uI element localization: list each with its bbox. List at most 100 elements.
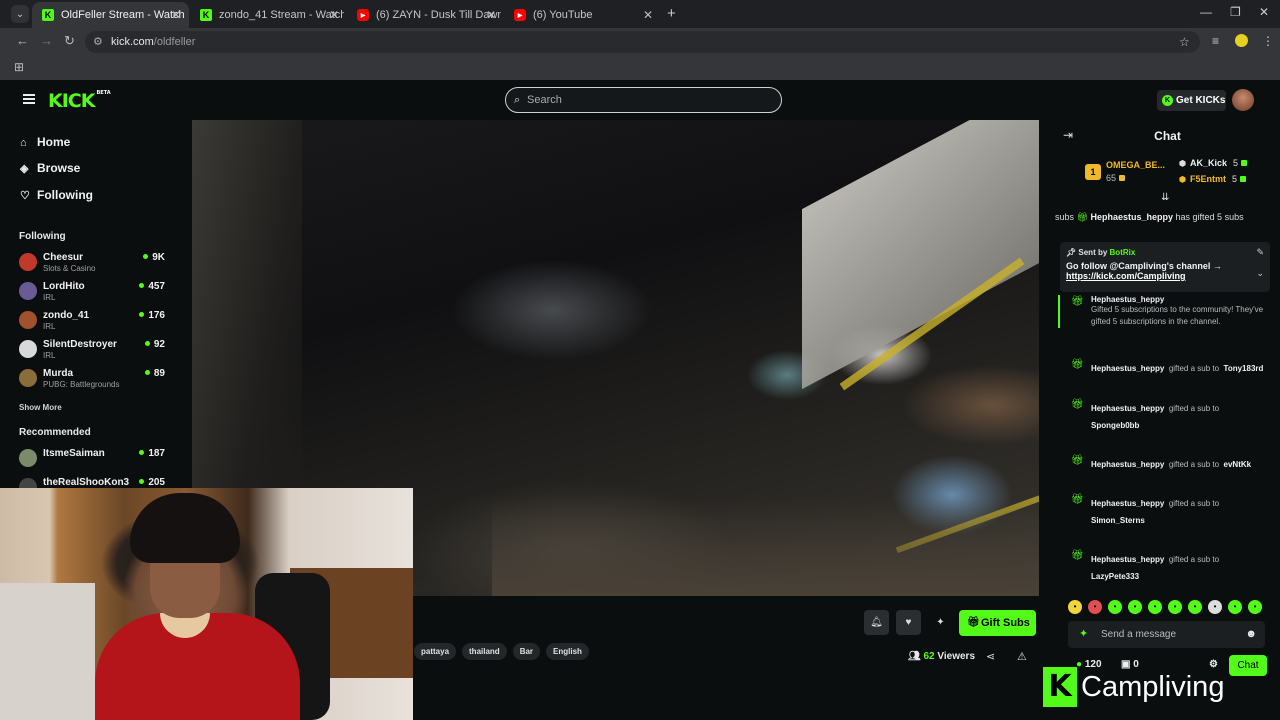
- leaderboard-row[interactable]: ⬢ F5Entmt 5: [1179, 174, 1246, 184]
- close-window-icon[interactable]: ✕: [1259, 5, 1269, 19]
- browser-tab-oldfeller[interactable]: K OldFeller Stream - Watch Live o ✕: [32, 2, 189, 28]
- event-user[interactable]: Hephaestus_heppy: [1091, 295, 1275, 304]
- event-user[interactable]: Hephaestus_heppy: [1091, 404, 1164, 413]
- emote-icon[interactable]: •: [1248, 600, 1262, 614]
- event-user[interactable]: Hephaestus_heppy: [1091, 499, 1164, 508]
- compass-icon: ◈: [20, 163, 29, 175]
- event-target[interactable]: Tony183rd: [1224, 364, 1264, 373]
- forward-icon[interactable]: →: [40, 33, 53, 48]
- sidebar-channel-cheesur[interactable]: Cheesur Slots & Casino 9K: [19, 251, 167, 277]
- event-target[interactable]: Spongeb0bb: [1091, 421, 1275, 430]
- chat-gift-event: 🎁︎ Hephaestus_heppy gifted a sub to Lazy…: [1058, 549, 1275, 581]
- close-tab-icon[interactable]: ✕: [486, 8, 496, 22]
- get-kicks-button[interactable]: K Get KICKs: [1157, 90, 1226, 111]
- emote-icon[interactable]: •: [1148, 600, 1162, 614]
- watermark-name: Campliving: [1081, 670, 1225, 703]
- event-text: gifted a sub to: [1168, 404, 1220, 413]
- leaderboard-row[interactable]: ⬢ AK_Kick 5: [1179, 158, 1247, 168]
- emote-icon[interactable]: •: [1108, 600, 1122, 614]
- logo-text: KICK: [48, 90, 95, 112]
- follow-heart-button[interactable]: ♥: [896, 610, 921, 635]
- home-icon: ⌂: [20, 137, 27, 149]
- minimize-icon[interactable]: —: [1200, 5, 1212, 19]
- bell-icon: 🔔︎: [870, 617, 883, 628]
- site-info-icon[interactable]: ⚙: [93, 35, 103, 48]
- nav-home[interactable]: ⌂ Home: [20, 135, 70, 149]
- sidebar-channel-murda[interactable]: Murda PUBG: Battlegrounds 89: [19, 367, 167, 393]
- sidebar-channel-zondo[interactable]: zondo_41 IRL 176: [19, 309, 167, 335]
- tag-english[interactable]: English: [546, 643, 589, 660]
- emote-icon[interactable]: •: [1128, 600, 1142, 614]
- expand-leaderboard-icon[interactable]: ⇊: [1161, 192, 1169, 203]
- unpin-icon[interactable]: ✎: [1256, 247, 1264, 258]
- url-bar[interactable]: ⚙ kick.com/oldfeller ☆: [85, 31, 1200, 53]
- emote-icon[interactable]: •: [1228, 600, 1242, 614]
- channel-name: ItsmeSaiman: [43, 448, 105, 459]
- chat-message-input[interactable]: ✦ Send a message ☻: [1068, 621, 1265, 648]
- browser-tab-zayn[interactable]: ▶ (6) ZAYN - Dusk Till Dawn (Offi ✕: [347, 2, 504, 28]
- event-user[interactable]: Hephaestus_heppy: [1091, 460, 1164, 469]
- browser-menu-icon[interactable]: ⋮: [1262, 34, 1274, 48]
- new-tab-icon[interactable]: +: [667, 5, 676, 22]
- tag-bar[interactable]: Bar: [512, 643, 541, 660]
- clip-button[interactable]: ✦: [928, 610, 953, 635]
- apps-grid-icon[interactable]: ⊞: [14, 60, 24, 74]
- chevron-down-icon[interactable]: ⌄: [1256, 268, 1264, 279]
- nav-following[interactable]: ♡ Following: [20, 188, 93, 202]
- nav-label: Home: [37, 135, 71, 149]
- emote-icon[interactable]: •: [1208, 600, 1222, 614]
- kick-logo[interactable]: KICK BETA: [48, 90, 111, 112]
- browser-tab-zondo[interactable]: K zondo_41 Stream - Watch Live ✕: [190, 2, 347, 28]
- event-target[interactable]: LazyPete333: [1091, 572, 1275, 581]
- tag-pattaya[interactable]: pattaya: [414, 643, 457, 660]
- pinned-link[interactable]: https://kick.com/Campliving: [1066, 271, 1264, 281]
- tab-search-button[interactable]: ⌄: [11, 5, 29, 23]
- gift-subs-button[interactable]: 🎁︎ Gift Subs: [959, 610, 1036, 636]
- tab-title: OldFeller Stream - Watch Live o: [61, 9, 186, 21]
- get-kicks-label: Get KICKs: [1176, 95, 1226, 106]
- emoji-picker-icon[interactable]: ☻: [1245, 621, 1257, 648]
- user-avatar[interactable]: [1232, 89, 1254, 111]
- channel-avatar: [19, 311, 37, 329]
- browser-profile-avatar[interactable]: [1235, 34, 1248, 47]
- event-text: gifted a sub to: [1168, 555, 1220, 564]
- leaderboard-top-count: 65: [1106, 173, 1125, 183]
- emote-icon[interactable]: •: [1068, 600, 1082, 614]
- close-tab-icon[interactable]: ✕: [329, 8, 339, 22]
- event-target[interactable]: evNtKk: [1224, 460, 1252, 469]
- sidebar-channel-lordhito[interactable]: LordHito IRL 457: [19, 280, 167, 306]
- tab-title: zondo_41 Stream - Watch Live: [219, 9, 344, 21]
- send-chat-button[interactable]: Chat: [1229, 655, 1267, 676]
- report-warning-icon[interactable]: ⚠: [1017, 650, 1027, 663]
- event-user[interactable]: Hephaestus_heppy: [1091, 555, 1164, 564]
- emote-bar: • • • • • • • • • •: [1068, 600, 1262, 614]
- restore-icon[interactable]: ❐: [1230, 5, 1241, 19]
- sidebar-channel-silentdestroyer[interactable]: SilentDestroyer IRL 92: [19, 338, 167, 364]
- event-target[interactable]: Simon_Sterns: [1091, 516, 1275, 525]
- reload-icon[interactable]: ↻: [64, 33, 75, 49]
- channel-category: IRL: [43, 293, 56, 302]
- search-input[interactable]: ⌕ Search: [505, 87, 782, 113]
- sidebar-channel-itsmesaiman[interactable]: ItsmeSaiman 187: [19, 447, 167, 473]
- bookmark-star-icon[interactable]: ☆: [1179, 35, 1190, 49]
- emote-icon[interactable]: •: [1188, 600, 1202, 614]
- share-icon[interactable]: ⋖: [986, 650, 995, 663]
- event-user[interactable]: Hephaestus_heppy: [1091, 364, 1164, 373]
- nav-browse[interactable]: ◈ Browse: [20, 161, 80, 175]
- notification-bell-button[interactable]: 🔔︎: [864, 610, 889, 635]
- search-placeholder: Search: [527, 94, 562, 106]
- video-scene-ground: [492, 500, 1039, 596]
- gift-icon: 🎁︎: [1071, 550, 1084, 561]
- close-tab-icon[interactable]: ✕: [643, 8, 653, 22]
- emote-icon[interactable]: •: [1088, 600, 1102, 614]
- emote-icon[interactable]: •: [1168, 600, 1182, 614]
- browser-tab-youtube[interactable]: ▶ (6) YouTube ✕: [504, 2, 661, 28]
- menu-hamburger-icon[interactable]: [23, 94, 35, 104]
- channel-name: SilentDestroyer: [43, 339, 117, 350]
- tag-thailand[interactable]: thailand: [462, 643, 507, 660]
- leaderboard-top-name[interactable]: OMEGA_BE...: [1106, 160, 1165, 170]
- back-icon[interactable]: ←: [16, 33, 29, 48]
- close-tab-icon[interactable]: ✕: [171, 8, 181, 22]
- reading-list-icon[interactable]: ≡: [1212, 34, 1219, 48]
- show-more-link[interactable]: Show More: [19, 403, 62, 412]
